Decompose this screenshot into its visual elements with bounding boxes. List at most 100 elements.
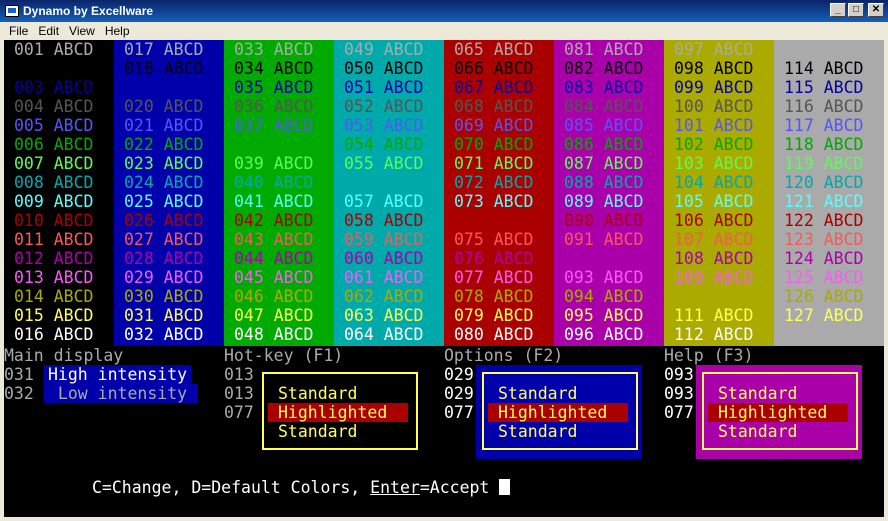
color-swatch-085[interactable]: 085 ABCD [564, 116, 643, 135]
color-swatch-008[interactable]: 008 ABCD [14, 173, 93, 192]
color-swatch-083[interactable]: 083 ABCD [564, 78, 643, 97]
color-swatch-018[interactable]: 018 ABCD [124, 59, 203, 78]
color-swatch-111[interactable]: 111 ABCD [674, 306, 753, 325]
color-swatch-102[interactable]: 102 ABCD [674, 135, 753, 154]
title-bar[interactable]: Dynamo by Excellware _ □ ✕ [0, 0, 888, 22]
color-swatch-081[interactable]: 081 ABCD [564, 40, 643, 59]
color-swatch-063[interactable]: 063 ABCD [344, 306, 423, 325]
maximize-button[interactable]: □ [848, 3, 864, 17]
color-swatch-027[interactable]: 027 ABCD [124, 230, 203, 249]
color-swatch-086[interactable]: 086 ABCD [564, 135, 643, 154]
color-swatch-087[interactable]: 087 ABCD [564, 154, 643, 173]
color-swatch-028[interactable]: 028 ABCD [124, 249, 203, 268]
color-swatch-012[interactable]: 012 ABCD [14, 249, 93, 268]
color-swatch-117[interactable]: 117 ABCD [784, 116, 863, 135]
app-icon[interactable] [5, 5, 19, 17]
color-swatch-023[interactable]: 023 ABCD [124, 154, 203, 173]
color-swatch-054[interactable]: 054 ABCD [344, 135, 423, 154]
color-swatch-033[interactable]: 033 ABCD [234, 40, 313, 59]
color-swatch-074[interactable]: 074 ABCD [454, 211, 533, 230]
color-swatch-016[interactable]: 016 ABCD [14, 325, 93, 344]
color-swatch-066[interactable]: 066 ABCD [454, 59, 533, 78]
console-screen[interactable]: 001 ABCD 002 ABCD 003 ABCD 004 ABCD 005 ABCD… [4, 40, 884, 517]
color-swatch-014[interactable]: 014 ABCD [14, 287, 93, 306]
enter-key-hint[interactable]: Enter [370, 478, 420, 497]
color-swatch-039[interactable]: 039 ABCD [234, 154, 313, 173]
color-swatch-053[interactable]: 053 ABCD [344, 116, 423, 135]
color-swatch-096[interactable]: 096 ABCD [564, 325, 643, 344]
color-swatch-125[interactable]: 125 ABCD [784, 268, 863, 287]
color-swatch-094[interactable]: 094 ABCD [564, 287, 643, 306]
color-swatch-115[interactable]: 115 ABCD [784, 78, 863, 97]
low-intensity-sample[interactable]: Low intensity [44, 384, 198, 403]
help-preview-box[interactable]: Standard Highlighted Standard [702, 372, 858, 450]
close-button[interactable]: ✕ [868, 3, 884, 17]
color-swatch-089[interactable]: 089 ABCD [564, 192, 643, 211]
color-swatch-107[interactable]: 107 ABCD [674, 230, 753, 249]
color-swatch-127[interactable]: 127 ABCD [784, 306, 863, 325]
color-swatch-040[interactable]: 040 ABCD [234, 173, 313, 192]
menu-edit[interactable]: Edit [33, 24, 64, 38]
menu-view[interactable]: View [64, 24, 100, 38]
color-swatch-048[interactable]: 048 ABCD [234, 325, 313, 344]
color-swatch-119[interactable]: 119 ABCD [784, 154, 863, 173]
color-swatch-106[interactable]: 106 ABCD [674, 211, 753, 230]
color-swatch-057[interactable]: 057 ABCD [344, 192, 423, 211]
color-swatch-007[interactable]: 007 ABCD [14, 154, 93, 173]
color-swatch-005[interactable]: 005 ABCD [14, 116, 93, 135]
color-swatch-001[interactable]: 001 ABCD [14, 40, 93, 59]
menu-help[interactable]: Help [100, 24, 135, 38]
color-swatch-020[interactable]: 020 ABCD [124, 97, 203, 116]
color-swatch-110[interactable]: 110 ABCD [674, 287, 753, 306]
color-swatch-104[interactable]: 104 ABCD [674, 173, 753, 192]
color-swatch-051[interactable]: 051 ABCD [344, 78, 423, 97]
color-swatch-025[interactable]: 025 ABCD [124, 192, 203, 211]
color-swatch-015[interactable]: 015 ABCD [14, 306, 93, 325]
color-swatch-022[interactable]: 022 ABCD [124, 135, 203, 154]
color-swatch-078[interactable]: 078 ABCD [454, 287, 533, 306]
color-swatch-121[interactable]: 121 ABCD [784, 192, 863, 211]
color-swatch-055[interactable]: 055 ABCD [344, 154, 423, 173]
color-swatch-075[interactable]: 075 ABCD [454, 230, 533, 249]
color-swatch-097[interactable]: 097 ABCD [674, 40, 753, 59]
color-swatch-056[interactable]: 056 ABCD [344, 173, 423, 192]
color-swatch-124[interactable]: 124 ABCD [784, 249, 863, 268]
color-swatch-113[interactable]: 113 ABCD [784, 40, 863, 59]
color-swatch-072[interactable]: 072 ABCD [454, 173, 533, 192]
color-swatch-024[interactable]: 024 ABCD [124, 173, 203, 192]
color-swatch-044[interactable]: 044 ABCD [234, 249, 313, 268]
color-swatch-006[interactable]: 006 ABCD [14, 135, 93, 154]
color-swatch-034[interactable]: 034 ABCD [234, 59, 313, 78]
color-swatch-050[interactable]: 050 ABCD [344, 59, 423, 78]
minimize-button[interactable]: _ [830, 3, 846, 17]
color-swatch-045[interactable]: 045 ABCD [234, 268, 313, 287]
color-swatch-070[interactable]: 070 ABCD [454, 135, 533, 154]
color-swatch-002[interactable]: 002 ABCD [14, 59, 93, 78]
color-swatch-112[interactable]: 112 ABCD [674, 325, 753, 344]
color-swatch-052[interactable]: 052 ABCD [344, 97, 423, 116]
color-swatch-091[interactable]: 091 ABCD [564, 230, 643, 249]
options-preview-box[interactable]: Standard Highlighted Standard [482, 372, 638, 450]
color-swatch-109[interactable]: 109 ABCD [674, 268, 753, 287]
color-swatch-019[interactable]: 019 ABCD [124, 78, 203, 97]
color-swatch-010[interactable]: 010 ABCD [14, 211, 93, 230]
color-swatch-095[interactable]: 095 ABCD [564, 306, 643, 325]
color-swatch-122[interactable]: 122 ABCD [784, 211, 863, 230]
color-swatch-090[interactable]: 090 ABCD [564, 211, 643, 230]
color-swatch-038[interactable]: 038 ABCD [234, 135, 313, 154]
color-swatch-067[interactable]: 067 ABCD [454, 78, 533, 97]
color-swatch-073[interactable]: 073 ABCD [454, 192, 533, 211]
color-swatch-037[interactable]: 037 ABCD [234, 116, 313, 135]
color-swatch-093[interactable]: 093 ABCD [564, 268, 643, 287]
color-swatch-084[interactable]: 084 ABCD [564, 97, 643, 116]
color-swatch-004[interactable]: 004 ABCD [14, 97, 93, 116]
color-swatch-036[interactable]: 036 ABCD [234, 97, 313, 116]
color-swatch-026[interactable]: 026 ABCD [124, 211, 203, 230]
color-swatch-046[interactable]: 046 ABCD [234, 287, 313, 306]
color-swatch-047[interactable]: 047 ABCD [234, 306, 313, 325]
color-swatch-098[interactable]: 098 ABCD [674, 59, 753, 78]
color-swatch-060[interactable]: 060 ABCD [344, 249, 423, 268]
color-swatch-101[interactable]: 101 ABCD [674, 116, 753, 135]
color-swatch-064[interactable]: 064 ABCD [344, 325, 423, 344]
color-swatch-021[interactable]: 021 ABCD [124, 116, 203, 135]
